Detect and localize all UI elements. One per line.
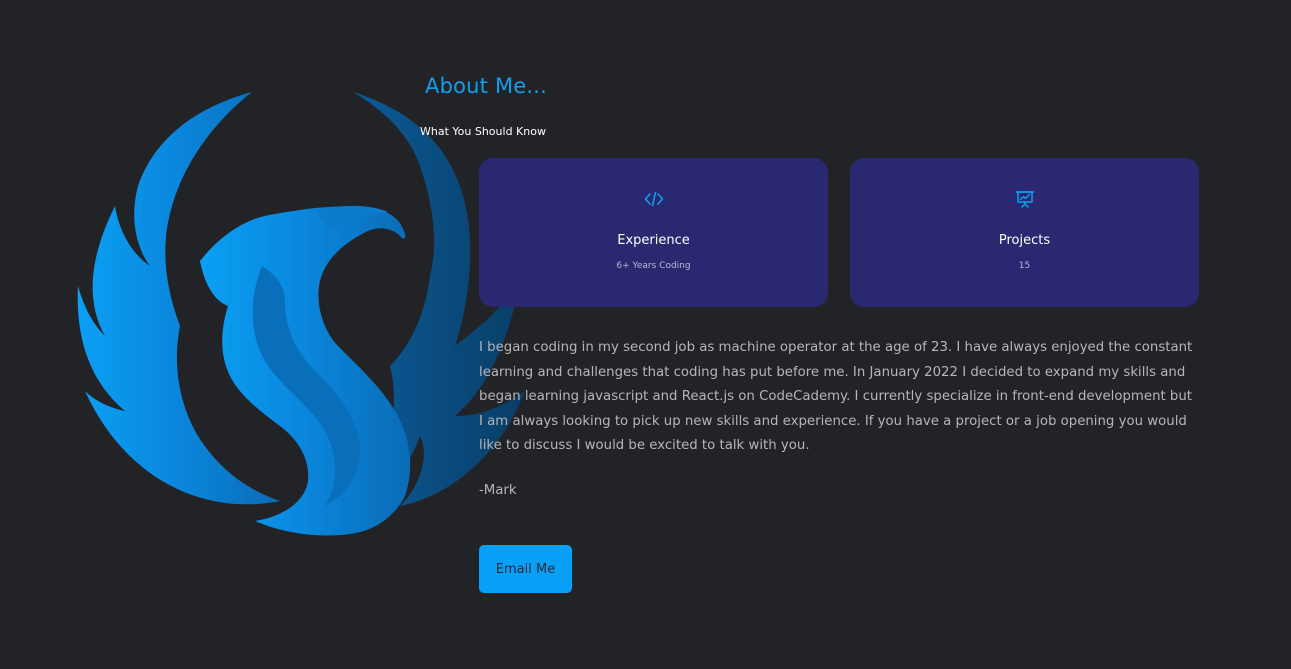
phoenix-logo-icon [77, 92, 525, 536]
experience-card-title: Experience [617, 233, 690, 248]
code-icon [644, 191, 663, 207]
projects-card-title: Projects [998, 233, 1051, 248]
signature: -Mark [479, 483, 517, 498]
about-section: About Me... What You Should Know Experie… [0, 0, 1291, 669]
projects-card-value: 15 [1018, 261, 1031, 271]
page-title: About Me... [425, 74, 548, 98]
experience-card: Experience 6+ Years Coding [479, 158, 828, 307]
projects-card: Projects 15 [850, 158, 1199, 307]
email-me-button[interactable]: Email Me [479, 545, 572, 593]
presentation-icon [1015, 191, 1034, 208]
experience-card-value: 6+ Years Coding [616, 261, 691, 271]
bio-paragraph: I began coding in my second job as machi… [479, 340, 1193, 453]
section-subtitle: What You Should Know [420, 125, 546, 138]
